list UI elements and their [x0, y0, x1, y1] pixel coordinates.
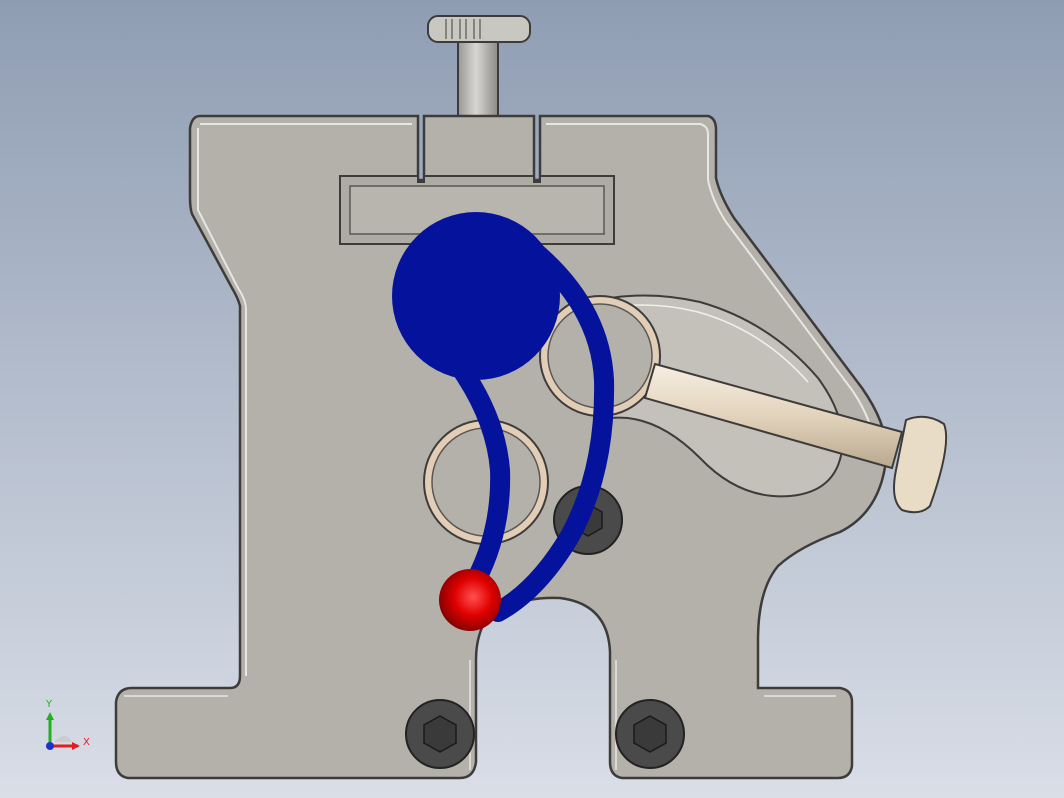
- triad-x-label: X: [83, 737, 90, 748]
- cad-graphics-viewport[interactable]: X Y: [0, 0, 1064, 798]
- top-screw-stem: [457, 35, 499, 119]
- blue-arm-hub: [392, 212, 560, 380]
- bottom-left-screw[interactable]: [405, 699, 475, 769]
- triad-y-label: Y: [46, 699, 53, 710]
- top-screw-head: [427, 15, 531, 43]
- assembly-view[interactable]: [0, 0, 1064, 798]
- red-pivot-ball[interactable]: [439, 569, 501, 631]
- bottom-right-screw[interactable]: [615, 699, 685, 769]
- triad-z-axis: [46, 742, 54, 750]
